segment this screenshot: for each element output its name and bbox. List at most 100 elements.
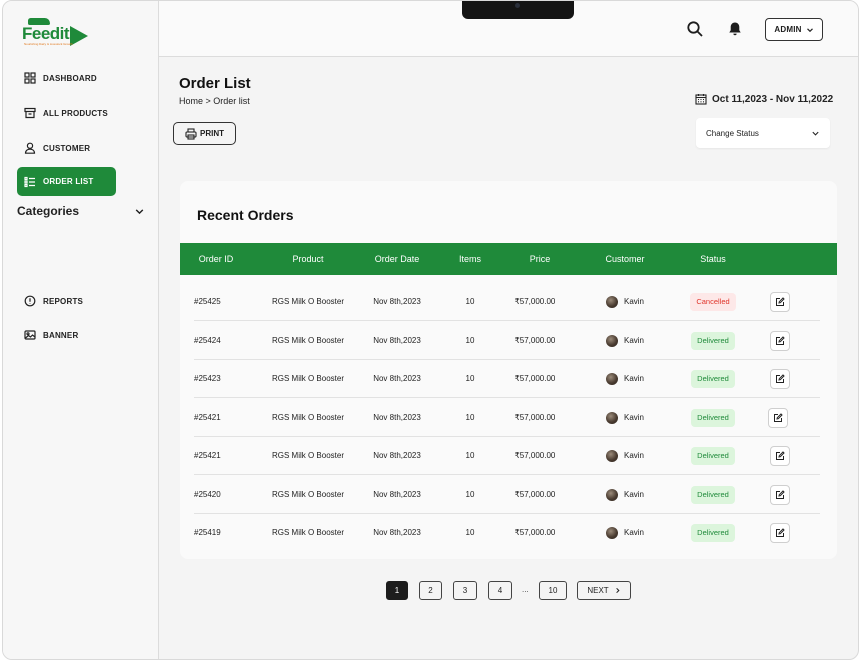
status-cell: Delivered xyxy=(680,437,746,475)
table-header: Order ID Product Order Date Items Price … xyxy=(180,243,837,275)
table-row[interactable]: #25421 RGS Milk O Booster Nov 8th,2023 10 ₹5… xyxy=(194,437,820,475)
sidebar-item-label: ORDER LIST xyxy=(43,177,94,186)
avatar xyxy=(605,527,618,539)
product-name: RGS Milk O Booster xyxy=(271,374,344,383)
sidebar-categories-toggle[interactable]: Categories xyxy=(17,204,145,218)
sidebar-item-banner[interactable]: BANNER xyxy=(17,321,116,349)
customer-name: Kavin xyxy=(623,336,644,345)
sidebar-item-label: ALL PRODUCTS xyxy=(43,108,108,118)
status-badge: Delivered xyxy=(691,409,735,427)
edit-order-button[interactable] xyxy=(770,292,790,312)
customer: Kavin xyxy=(590,283,660,321)
order-date: Nov 8th,2023 xyxy=(373,528,421,537)
print-button[interactable]: PRINT xyxy=(173,122,236,145)
table-row[interactable]: #25419 RGS Milk O Booster Nov 8th,2023 10 ₹5… xyxy=(194,514,820,552)
status-cell: Delivered xyxy=(680,360,746,398)
price: ₹57,000.00 xyxy=(514,336,556,345)
change-status-select[interactable]: Change Status xyxy=(696,118,830,148)
page-title: Order List xyxy=(179,75,251,92)
edit-order-button[interactable] xyxy=(770,369,790,389)
logo-word: Feedit xyxy=(22,24,70,43)
items-count: 10 xyxy=(465,336,475,345)
sidebar-item-label: REPORTS xyxy=(43,296,84,306)
breadcrumb[interactable]: Home > Order list xyxy=(179,96,250,106)
table-row[interactable]: #25421 RGS Milk O Booster Nov 8th,2023 10 ₹5… xyxy=(194,399,820,437)
column-header-customer: Customer xyxy=(605,254,645,264)
sidebar-item-reports[interactable]: REPORTS xyxy=(17,287,116,315)
edit-order-button[interactable] xyxy=(770,523,790,543)
next-label: NEXT xyxy=(587,586,609,595)
sidebar-item-label: BANNER xyxy=(43,330,79,340)
order-date: Nov 8th,2023 xyxy=(373,413,421,422)
customer-name: Kavin xyxy=(623,413,644,422)
avatar xyxy=(605,489,618,501)
status-cell: Cancelled xyxy=(680,283,746,321)
price: ₹57,000.00 xyxy=(514,297,556,306)
order-id: #25421 xyxy=(194,413,221,422)
items-count: 10 xyxy=(465,413,475,422)
status-badge: Delivered xyxy=(691,447,735,465)
table-row[interactable]: #25420 RGS Milk O Booster Nov 8th,2023 10 ₹5… xyxy=(194,476,820,514)
bell-icon[interactable] xyxy=(726,20,744,38)
customer-name: Kavin xyxy=(623,490,644,499)
edit-icon xyxy=(776,451,785,460)
date-range-picker[interactable]: Oct 11,2023 - Nov 11,2022 xyxy=(695,93,833,105)
order-id: #25423 xyxy=(194,374,221,383)
categories-label: Categories xyxy=(17,204,80,218)
page-button-10[interactable]: 10 xyxy=(539,581,567,600)
customer-name: Kavin xyxy=(623,451,644,460)
edit-icon xyxy=(776,374,785,383)
image-icon xyxy=(24,330,36,340)
table-row[interactable]: #25423 RGS Milk O Booster Nov 8th,2023 10 ₹5… xyxy=(194,360,820,398)
avatar xyxy=(605,450,618,462)
page-button-3[interactable]: 3 xyxy=(453,581,477,600)
edit-icon xyxy=(776,297,785,306)
edit-icon xyxy=(776,528,785,537)
page-button-4[interactable]: 4 xyxy=(488,581,512,600)
product-name: RGS Milk O Booster xyxy=(271,336,344,345)
column-header-items: Items xyxy=(458,254,481,264)
list-icon xyxy=(24,176,35,187)
customer: Kavin xyxy=(590,399,660,437)
chevron-down-icon xyxy=(135,208,144,214)
sidebar-item-label: DASHBOARD xyxy=(43,73,97,83)
logo-tagline: Nourishing Dairy & Livestock Growth xyxy=(24,42,73,46)
chevron-down-icon xyxy=(806,27,813,32)
edit-icon xyxy=(776,490,785,499)
edit-order-button[interactable] xyxy=(770,446,790,466)
sidebar-item-customer[interactable]: CUSTOMER xyxy=(17,134,116,162)
admin-label: ADMIN xyxy=(774,25,802,34)
edit-order-button[interactable] xyxy=(768,408,788,428)
table-row[interactable]: #25424 RGS Milk O Booster Nov 8th,2023 10 ₹5… xyxy=(194,322,820,360)
feedit-logo[interactable]: Feedit Nourishing Dairy & Livestock Grow… xyxy=(22,17,90,53)
box-icon xyxy=(24,107,36,119)
edit-order-button[interactable] xyxy=(770,485,790,505)
sidebar-item-dashboard[interactable]: DASHBOARD xyxy=(17,64,116,92)
order-date: Nov 8th,2023 xyxy=(373,297,421,306)
page-button-1[interactable]: 1 xyxy=(386,581,408,600)
sidebar-item-order-list[interactable]: ORDER LIST xyxy=(17,167,116,196)
column-header-status: Status xyxy=(700,254,726,264)
camera-notch xyxy=(462,1,574,19)
column-header-product: Product xyxy=(292,254,324,264)
product-name: RGS Milk O Booster xyxy=(271,297,344,306)
price: ₹57,000.00 xyxy=(514,528,556,537)
date-range-text: Oct 11,2023 - Nov 11,2022 xyxy=(712,93,834,105)
customer-name: Kavin xyxy=(623,297,644,306)
table-row[interactable]: #25425 RGS Milk O Booster Nov 8th,2023 10 ₹5… xyxy=(194,283,820,321)
next-page-button[interactable]: NEXT xyxy=(577,581,631,600)
edit-order-button[interactable] xyxy=(770,331,790,351)
status-badge: Delivered xyxy=(691,332,735,350)
price: ₹57,000.00 xyxy=(514,413,556,422)
customer: Kavin xyxy=(590,476,660,514)
card-title: Recent Orders xyxy=(197,207,294,223)
page-button-2[interactable]: 2 xyxy=(419,581,442,600)
admin-dropdown[interactable]: ADMIN xyxy=(765,18,823,41)
edit-icon xyxy=(774,413,783,422)
product-name: RGS Milk O Booster xyxy=(271,528,344,537)
avatar xyxy=(605,373,618,385)
print-label: PRINT xyxy=(200,129,224,138)
sidebar-item-all-products[interactable]: ALL PRODUCTS xyxy=(17,99,116,127)
avatar xyxy=(605,412,618,424)
search-icon[interactable] xyxy=(686,20,704,38)
